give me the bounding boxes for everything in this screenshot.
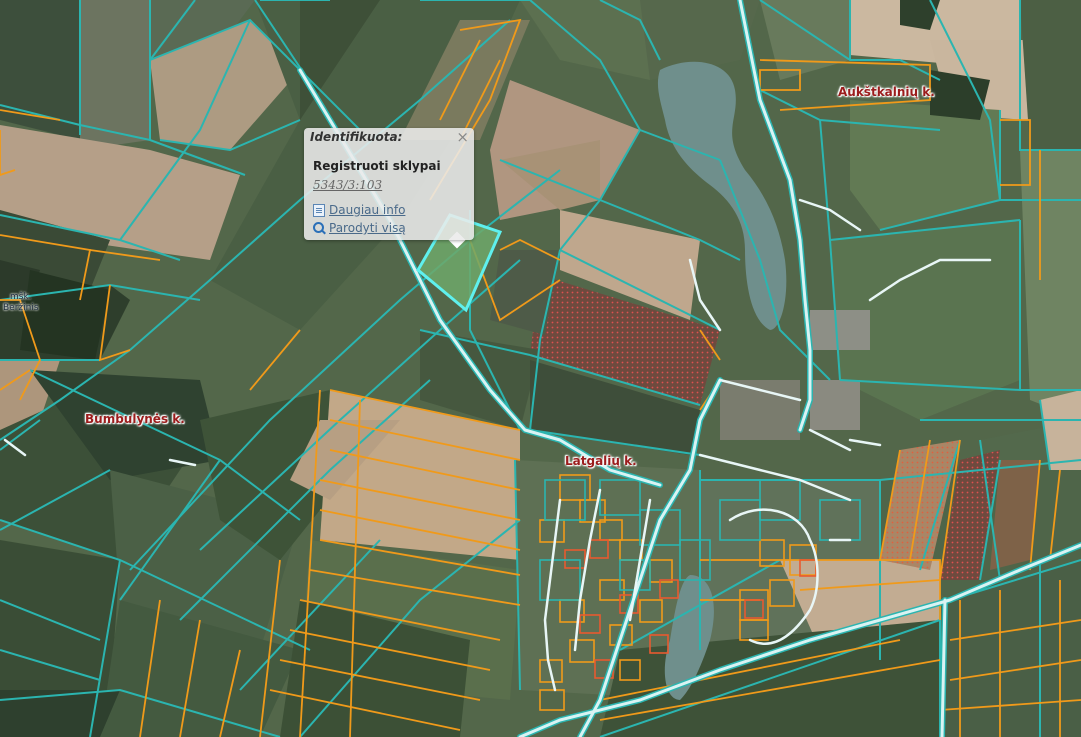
popup-title: Identifikuota: xyxy=(310,130,403,144)
place-label-bumbulynes: Bumbulynės k. xyxy=(85,412,185,426)
close-icon[interactable]: × xyxy=(456,130,469,145)
show-all-link[interactable]: Parodyti visą xyxy=(313,221,406,235)
document-icon xyxy=(313,203,325,217)
forest-label-line1: mšk. xyxy=(10,292,32,302)
more-info-link[interactable]: Daugiau info xyxy=(313,203,405,217)
search-icon xyxy=(313,221,325,235)
more-info-label: Daugiau info xyxy=(329,203,406,217)
popup-layer-name: Registruoti sklypai xyxy=(313,159,441,173)
show-all-label: Parodyti visą xyxy=(329,221,406,235)
place-label-latgaliu: Latgalių k. xyxy=(565,454,637,468)
identification-popup: Identifikuota: × Registruoti sklypai 534… xyxy=(304,128,474,240)
place-label-aukstkalniu: Aukštkalnių k. xyxy=(838,85,935,99)
map-canvas[interactable] xyxy=(0,0,1081,737)
parcel-id-link[interactable]: 5343/3:103 xyxy=(313,178,382,192)
forest-label-line2: Beržinis xyxy=(3,303,39,313)
